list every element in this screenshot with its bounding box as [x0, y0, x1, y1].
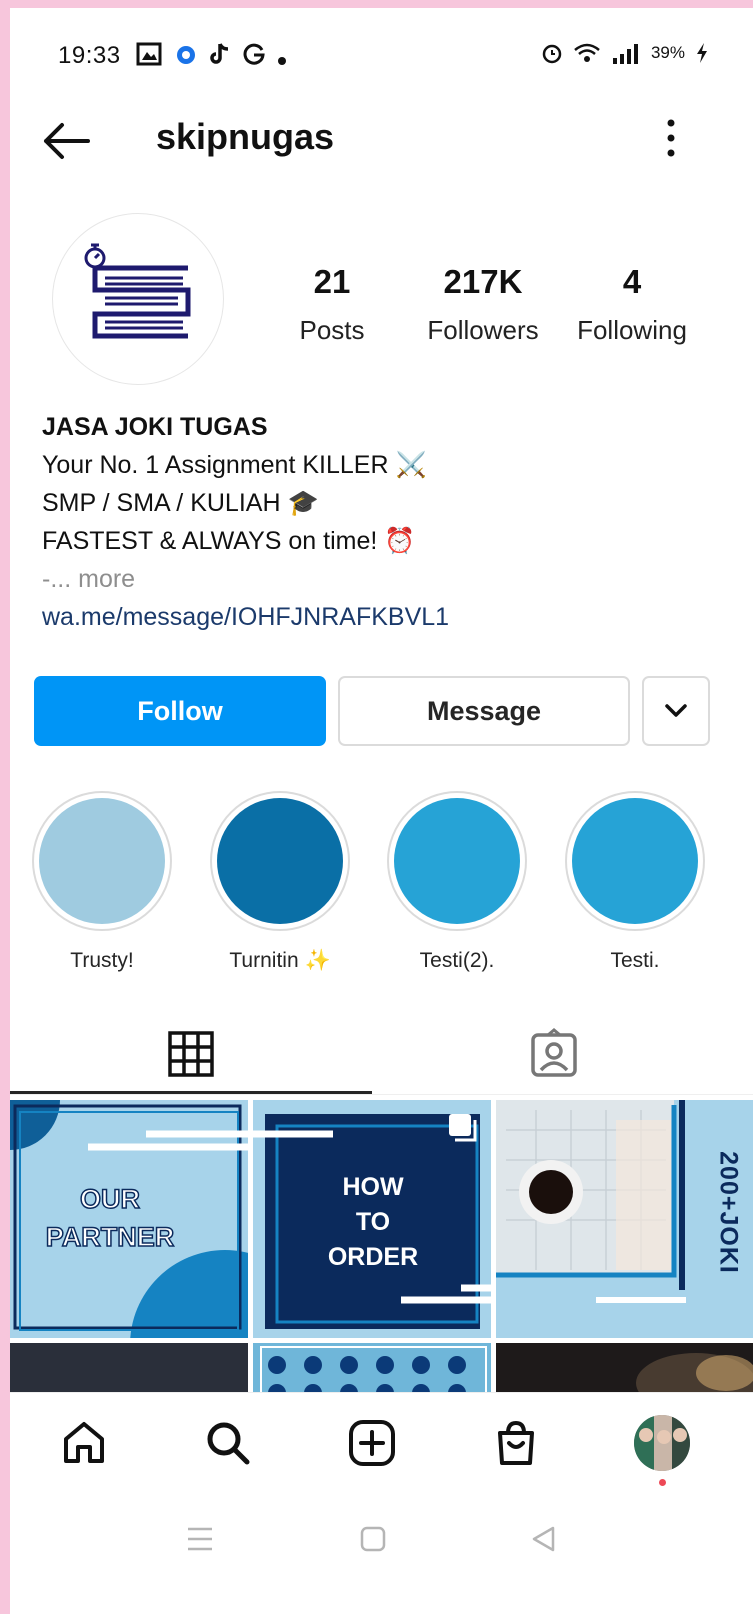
story-highlight[interactable]: Testi.	[565, 791, 705, 973]
highlight-cover	[39, 798, 165, 924]
grid-posts-tab-icon[interactable]	[165, 1028, 217, 1080]
post-thumbnail[interactable]: HOW TO ORDER	[253, 1100, 491, 1338]
tagged-posts-tab-icon[interactable]	[528, 1028, 580, 1080]
story-highlight[interactable]: Turnitin ✨	[210, 791, 350, 973]
highlight-cover	[217, 798, 343, 924]
profile-username: skipnugas	[156, 116, 335, 157]
gallery-notification-icon	[136, 42, 162, 71]
highlight-cover	[394, 798, 520, 924]
wifi-icon	[574, 43, 600, 62]
tile-word: OUR	[79, 1183, 141, 1215]
profile-avatar-tab[interactable]	[634, 1415, 690, 1471]
profile-bio: JASA JOKI TUGAS Your No. 1 Assignment KI…	[42, 408, 722, 636]
bio-name: JASA JOKI TUGAS	[42, 413, 268, 441]
posts-label: Posts	[299, 315, 365, 345]
post-thumbnail[interactable]: 200+JOKI	[496, 1100, 753, 1338]
back-button-icon[interactable]	[530, 1525, 556, 1553]
followers-value: 217K	[443, 263, 523, 300]
following-count[interactable]: 4 Following	[567, 263, 697, 346]
profile-avatar[interactable]	[52, 213, 224, 385]
highlight-label: Turnitin ✨	[229, 949, 331, 972]
tile-word: ORDER	[327, 1243, 419, 1271]
followers-count[interactable]: 217K Followers	[418, 263, 548, 346]
highlight-label: Testi.	[610, 949, 660, 972]
status-time: 19:33	[58, 42, 121, 69]
profile-header: skipnugas	[10, 98, 753, 188]
highlight-ring	[565, 791, 705, 931]
chevron-down-icon	[665, 704, 687, 717]
bio-truncation: -...	[42, 565, 72, 593]
tiktok-notification-icon	[208, 42, 230, 71]
back-arrow-icon[interactable]	[40, 116, 92, 166]
alarm-icon	[542, 44, 562, 64]
followers-label: Followers	[427, 315, 539, 345]
multiple-photos-icon	[449, 1114, 477, 1142]
posts-value: 21	[313, 263, 351, 300]
chrome-notification-icon	[176, 45, 196, 70]
following-value: 4	[622, 263, 642, 300]
search-icon[interactable]	[202, 1417, 254, 1469]
home-icon[interactable]	[58, 1417, 110, 1469]
tile-word: TO	[355, 1208, 391, 1236]
logo-stopwatch-document-icon	[84, 243, 191, 339]
home-button-icon[interactable]	[360, 1526, 386, 1552]
google-notification-icon	[242, 42, 266, 71]
system-navigation-bar	[10, 1492, 753, 1614]
charging-icon	[697, 43, 707, 63]
highlight-ring	[387, 791, 527, 931]
bio-more-link[interactable]: more	[78, 565, 135, 593]
bio-line: Your No. 1 Assignment KILLER ⚔️	[42, 451, 427, 479]
highlight-label: Testi(2).	[419, 949, 495, 972]
tab-divider	[10, 1094, 753, 1095]
bio-line: SMP / SMA / KULIAH 🎓	[42, 489, 319, 517]
tile-word: HOW	[342, 1173, 404, 1201]
more-options-icon[interactable]	[656, 116, 686, 160]
instagram-profile-screen: 19:33 39% skipnugas 21 Posts 217K Follow…	[10, 8, 753, 1614]
follow-button[interactable]: Follow	[34, 676, 326, 746]
highlight-cover	[572, 798, 698, 924]
post-thumbnail[interactable]: OUR PARTNER	[10, 1100, 248, 1338]
battery-percentage: 39%	[650, 43, 685, 62]
shop-icon[interactable]	[490, 1417, 542, 1469]
profile-photo-icon	[634, 1415, 690, 1471]
notification-dot-icon	[659, 1479, 666, 1486]
signal-icon	[612, 44, 638, 64]
highlight-ring	[32, 791, 172, 931]
posts-count[interactable]: 21 Posts	[267, 263, 397, 346]
suggested-accounts-button[interactable]	[642, 676, 710, 746]
tile-word: PARTNER	[45, 1221, 175, 1253]
tile-text-our-partner: OUR PARTNER	[10, 1180, 210, 1256]
status-bar: 19:33 39%	[10, 8, 753, 98]
bio-more-row[interactable]: -... more	[42, 560, 722, 598]
story-highlight[interactable]: Trusty!	[32, 791, 172, 973]
recent-apps-icon[interactable]	[186, 1526, 214, 1552]
bio-website-link[interactable]: wa.me/message/IOHFJNRAFKBVL1	[42, 598, 722, 636]
tile-text-joki: 200+JOKI	[714, 1151, 743, 1274]
bottom-navigation	[10, 1392, 753, 1492]
message-button[interactable]: Message	[338, 676, 630, 746]
bio-line: FASTEST & ALWAYS on time! ⏰	[42, 527, 416, 555]
tile-text-how-to-order: HOW TO ORDER	[293, 1170, 453, 1275]
highlight-ring	[210, 791, 350, 931]
more-notifications-dot-icon	[278, 52, 286, 70]
highlight-label: Trusty!	[70, 949, 134, 972]
status-right-group: 39%	[541, 42, 709, 64]
story-highlight[interactable]: Testi(2).	[387, 791, 527, 973]
new-post-icon[interactable]	[346, 1417, 398, 1469]
following-label: Following	[577, 315, 687, 345]
